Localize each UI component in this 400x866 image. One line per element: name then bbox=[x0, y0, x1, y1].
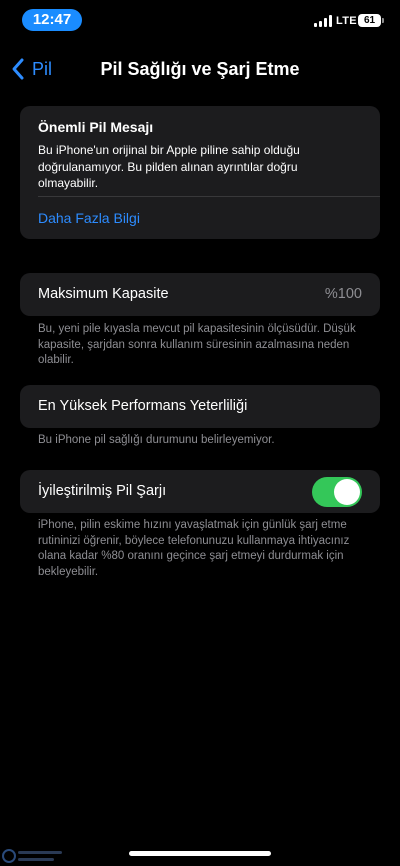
battery-warning-card: Önemli Pil Mesajı Bu iPhone'un orijinal … bbox=[20, 106, 380, 239]
chevron-left-icon bbox=[12, 58, 24, 80]
peak-performance-row: En Yüksek Performans Yeterliliği bbox=[20, 385, 380, 428]
more-info-link[interactable]: Daha Fazla Bilgi bbox=[38, 207, 140, 229]
maximum-capacity-value: %100 bbox=[324, 286, 362, 302]
toggle-knob bbox=[334, 479, 360, 505]
maximum-capacity-row: Maksimum Kapasite %100 bbox=[20, 273, 380, 316]
network-type-label: LTE bbox=[336, 15, 357, 27]
battery-icon: 61 bbox=[358, 14, 381, 27]
status-bar: 12:47 LTE 61 bbox=[0, 0, 400, 40]
warning-title: Önemli Pil Mesajı bbox=[38, 119, 154, 135]
maximum-capacity-label: Maksimum Kapasite bbox=[38, 286, 169, 302]
status-time[interactable]: 12:47 bbox=[22, 9, 82, 31]
page-title: Pil Sağlığı ve Şarj Etme bbox=[100, 59, 300, 79]
peak-performance-footnote: Bu iPhone pil sağlığı durumunu belirleye… bbox=[38, 434, 275, 446]
back-button[interactable]: Pil bbox=[10, 56, 52, 82]
battery-level: 61 bbox=[363, 15, 376, 26]
home-indicator[interactable] bbox=[129, 851, 271, 856]
cellular-signal-icon bbox=[314, 15, 332, 27]
back-button-label: Pil bbox=[32, 59, 53, 79]
warning-message: Bu iPhone'un orijinal bir Apple piline s… bbox=[38, 143, 300, 190]
optimized-charging-row: İyileştirilmiş Pil Şarjı bbox=[20, 470, 380, 513]
maximum-capacity-footnote: Bu, yeni pile kıyasla mevcut pil kapasit… bbox=[38, 323, 356, 366]
optimized-charging-label: İyileştirilmiş Pil Şarjı bbox=[38, 483, 167, 499]
watermark-logo bbox=[2, 849, 62, 863]
battery-tip bbox=[382, 18, 384, 23]
peak-performance-label: En Yüksek Performans Yeterliliği bbox=[38, 398, 248, 414]
optimized-charging-toggle[interactable] bbox=[312, 477, 362, 507]
warning-divider bbox=[38, 196, 380, 197]
optimized-charging-footnote: iPhone, pilin eskime hızını yavaşlatmak … bbox=[38, 519, 350, 578]
